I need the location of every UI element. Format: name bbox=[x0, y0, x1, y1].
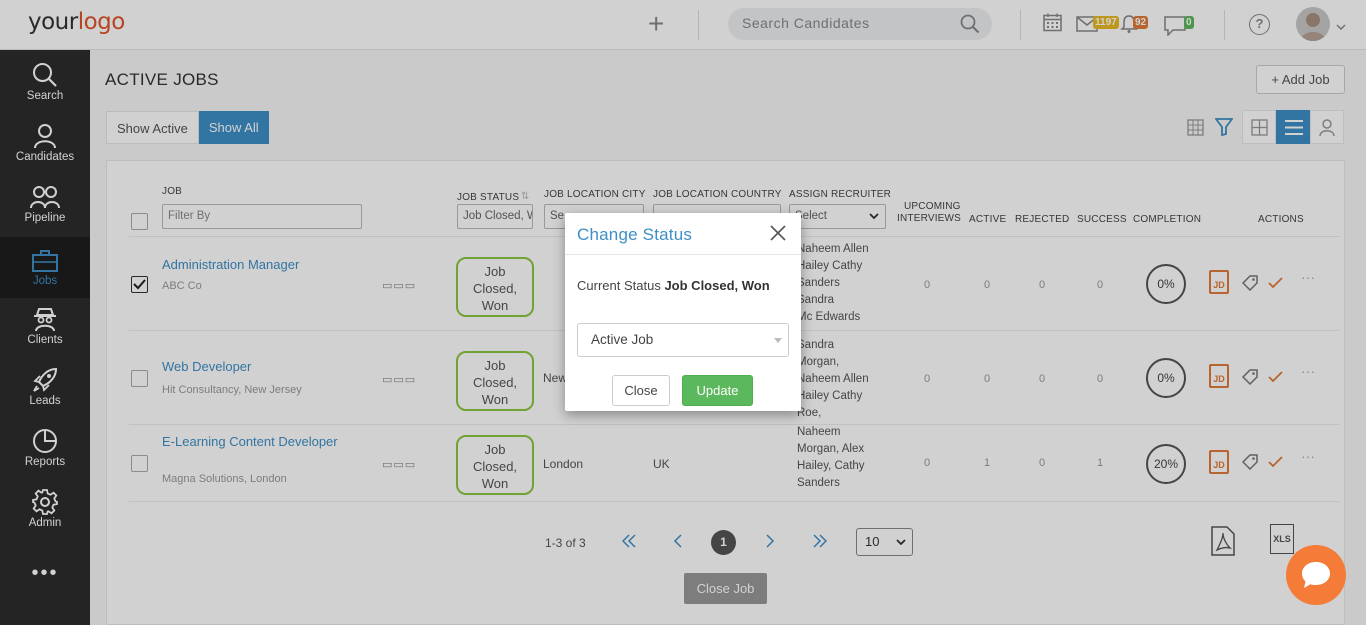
chat-widget-button[interactable] bbox=[1286, 545, 1346, 605]
divider bbox=[565, 254, 801, 255]
current-status: Current Status Job Closed, Won bbox=[577, 278, 770, 293]
status-select[interactable]: Active Job bbox=[577, 323, 789, 357]
modal-title: Change Status bbox=[577, 225, 693, 244]
close-button[interactable]: Close bbox=[612, 375, 670, 406]
close-icon[interactable] bbox=[769, 224, 787, 242]
change-status-modal: Change Status Current Status Job Closed,… bbox=[565, 213, 801, 411]
update-button[interactable]: Update bbox=[682, 375, 753, 406]
chat-bubble-icon bbox=[1302, 562, 1330, 588]
dropdown-caret-icon bbox=[774, 338, 782, 343]
